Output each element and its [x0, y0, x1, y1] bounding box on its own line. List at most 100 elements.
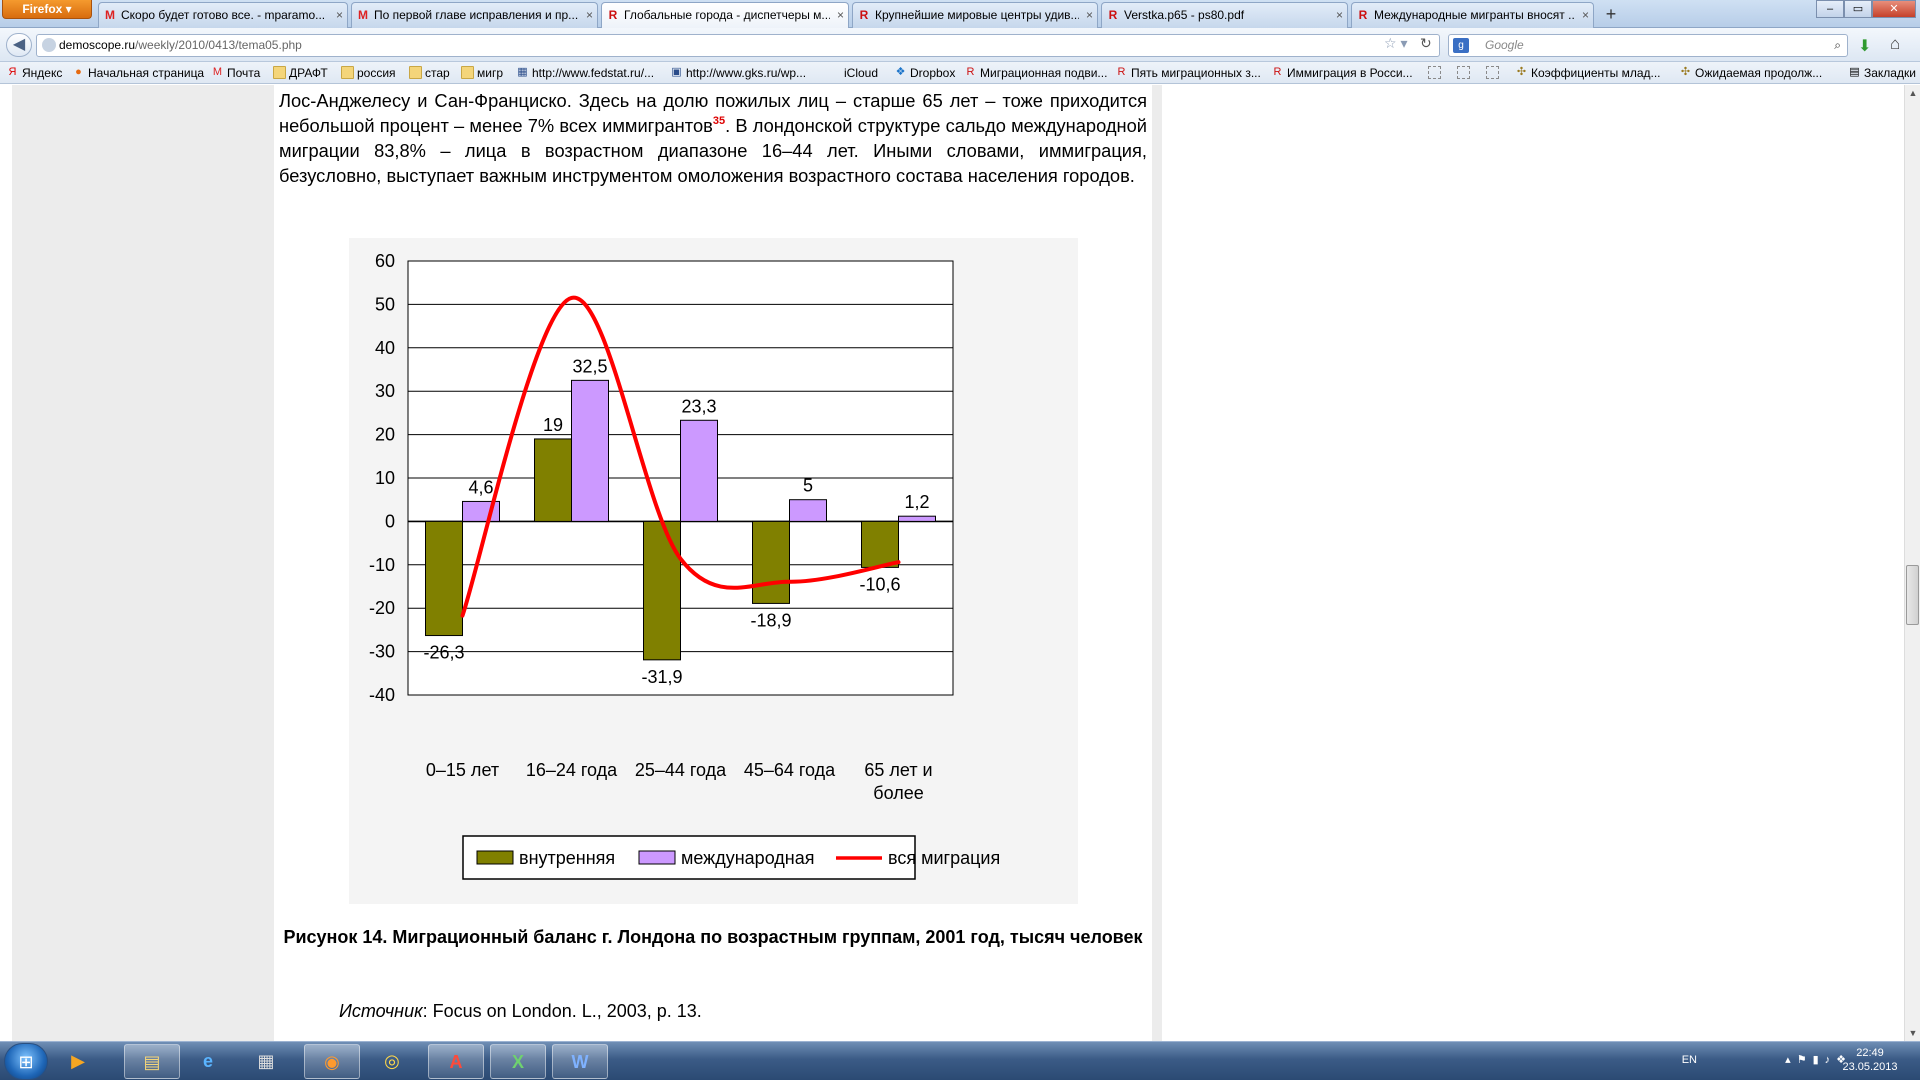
firefox-icon: ●: [75, 66, 82, 78]
demoscope-icon: R: [1117, 66, 1126, 78]
google-engine-icon[interactable]: g: [1453, 38, 1469, 53]
firefox-menu-button[interactable]: Firefox ▾: [2, 0, 92, 19]
blank-page-icon: [1457, 66, 1470, 79]
chart-figure: -40 -30 -20 -10 0 10 20 30 40 50 60 0–15 лет 16–24 г…: [349, 238, 1078, 904]
tab-1[interactable]: M Скоро будет готово все. - mparamo... ×: [98, 2, 348, 28]
back-button[interactable]: ◀: [6, 33, 32, 57]
bookmark-label: мигр: [477, 66, 504, 80]
new-tab-button[interactable]: +: [1598, 4, 1624, 26]
bookmark-item[interactable]: M Почта: [209, 62, 261, 83]
bookmark-item[interactable]: ✣ Коэффициенты млад...: [1513, 62, 1661, 83]
bookmarks-menu-label: Закладки: [1864, 66, 1916, 80]
tab-6[interactable]: R Международные мигранты вносят ... ×: [1351, 2, 1594, 28]
bookmark-item[interactable]: ● Начальная страница: [70, 62, 204, 83]
y-tick-label: -40: [369, 685, 395, 705]
tab-close-icon[interactable]: ×: [1582, 3, 1589, 27]
language-indicator[interactable]: EN: [1682, 1054, 1697, 1066]
firefox-menu-label: Firefox: [22, 2, 63, 16]
firefox-icon: ◉: [324, 1052, 340, 1072]
bookmark-item[interactable]: iCloud: [826, 62, 879, 83]
y-tick-label: -30: [369, 642, 395, 662]
bookmark-item[interactable]: ▣ http://www.gks.ru/wp...: [668, 62, 806, 83]
x-tick-label: 16–24 года: [526, 760, 618, 780]
download-arrow-icon[interactable]: ⬇: [1858, 36, 1871, 56]
minimize-button[interactable]: –: [1816, 0, 1844, 18]
bookmark-item[interactable]: R Пять миграционных з...: [1113, 62, 1261, 83]
network-icon[interactable]: ▮: [1813, 1054, 1825, 1066]
show-hidden-icons-icon[interactable]: ▴: [1785, 1054, 1797, 1066]
bookmark-star-icon[interactable]: ☆ ▾: [1384, 35, 1407, 52]
y-tick-label: -20: [369, 598, 395, 618]
scroll-up-icon[interactable]: ▲: [1905, 85, 1920, 101]
tab-close-icon[interactable]: ×: [837, 3, 844, 27]
taskbar-button[interactable]: ◎: [370, 1044, 414, 1079]
bookmark-item[interactable]: ДРАФТ: [271, 62, 328, 83]
bar-international: [571, 379, 609, 522]
taskbar-button[interactable]: X: [490, 1044, 546, 1079]
bookmark-item[interactable]: мигр: [459, 62, 504, 83]
scroll-down-icon[interactable]: ▼: [1905, 1025, 1920, 1041]
search-bar[interactable]: g Google ⌕: [1448, 34, 1848, 57]
tab-3[interactable]: R Глобальные города - диспетчеры м... ×: [601, 2, 849, 29]
data-label: -10,6: [859, 574, 900, 594]
volume-icon[interactable]: ♪: [1825, 1054, 1837, 1066]
tab-label: По первой главе исправления и пр...: [374, 8, 579, 22]
x-tick-label: 25–44 года: [635, 760, 727, 780]
footnote-link[interactable]: 35: [713, 115, 725, 127]
internet-explorer-icon: e: [202, 1051, 213, 1071]
bookmark-item[interactable]: R Иммиграция в Росси...: [1269, 62, 1413, 83]
tab-close-icon[interactable]: ×: [1086, 3, 1093, 27]
bookmark-label: россия: [357, 66, 396, 80]
action-center-flag-icon[interactable]: ⚑: [1797, 1054, 1813, 1066]
bookmark-label: Иммиграция в Росси...: [1287, 66, 1413, 80]
emblem-icon: ✣: [1516, 66, 1527, 78]
taskbar-button[interactable]: A: [428, 1044, 484, 1079]
scroll-thumb[interactable]: [1906, 565, 1919, 625]
bookmarks-toolbar: Я Яндекс ● Начальная страница M Почта ДРАФТ рос…: [0, 62, 1920, 84]
site-identity-icon[interactable]: [42, 38, 56, 52]
taskbar-button[interactable]: ▤: [124, 1044, 180, 1079]
url-path: /weekly/2010/0413/tema05.php: [135, 38, 302, 52]
tab-close-icon[interactable]: ×: [336, 3, 343, 27]
bookmark-item[interactable]: стар: [407, 62, 450, 83]
tab-close-icon[interactable]: ×: [586, 3, 593, 27]
x-tick-label: 0–15 лет: [426, 760, 499, 780]
bookmark-item[interactable]: россия: [339, 62, 396, 83]
close-window-button[interactable]: ✕: [1872, 0, 1916, 18]
demoscope-icon: R: [608, 8, 618, 22]
page-scrollbar[interactable]: ▲ ▼: [1904, 85, 1920, 1041]
bookmark-label: Почта: [227, 66, 261, 80]
maximize-button[interactable]: ▭: [1844, 0, 1872, 18]
tab-5[interactable]: R Verstka.p65 - ps80.pdf ×: [1101, 2, 1348, 28]
tab-4[interactable]: R Крупнейшие мировые центры удив... ×: [852, 2, 1098, 28]
address-bar[interactable]: demoscope.ru/weekly/2010/0413/tema05.php: [36, 34, 1440, 57]
tab-2[interactable]: M По первой главе исправления и пр... ×: [351, 2, 598, 28]
bookmark-item[interactable]: R Миграционная подви...: [962, 62, 1108, 83]
demoscope-icon: R: [859, 8, 869, 22]
reload-icon[interactable]: ↻: [1420, 35, 1432, 52]
taskbar-button[interactable]: ▶: [56, 1044, 100, 1079]
data-label: 19: [543, 415, 563, 435]
back-arrow-icon: ◀: [12, 36, 26, 53]
y-tick-label: -10: [369, 555, 395, 575]
bookmark-label: iCloud: [844, 66, 879, 80]
taskbar-button[interactable]: ◉: [304, 1044, 360, 1079]
acrobat-icon: A: [449, 1052, 463, 1072]
taskbar-button[interactable]: W: [552, 1044, 608, 1079]
taskbar-button[interactable]: e: [186, 1044, 230, 1079]
tab-close-icon[interactable]: ×: [1336, 3, 1343, 27]
emblem-icon: ✣: [1680, 66, 1691, 78]
bookmark-item[interactable]: ❖ Dropbox: [892, 62, 956, 83]
bookmarks-menu-button[interactable]: ▤ Закладки: [1846, 62, 1916, 83]
bookmark-item[interactable]: ✣ Ожидаемая продолж...: [1677, 62, 1822, 83]
taskbar-button[interactable]: ▦: [244, 1044, 288, 1079]
tray-clock[interactable]: 22:49 23.05.2013: [1840, 1046, 1900, 1074]
home-icon[interactable]: ⌂: [1890, 34, 1900, 54]
search-magnifier-icon[interactable]: ⌕: [1834, 35, 1841, 56]
start-button[interactable]: ⊞: [4, 1043, 48, 1080]
windows-logo-icon: ⊞: [18, 1052, 34, 1072]
bookmark-item[interactable]: Я Яндекс: [4, 62, 63, 83]
bookmark-item[interactable]: ▦ http://www.fedstat.ru/...: [514, 62, 654, 83]
clock-time: 22:49: [1856, 1047, 1884, 1059]
bookmark-label: ДРАФТ: [289, 66, 328, 80]
